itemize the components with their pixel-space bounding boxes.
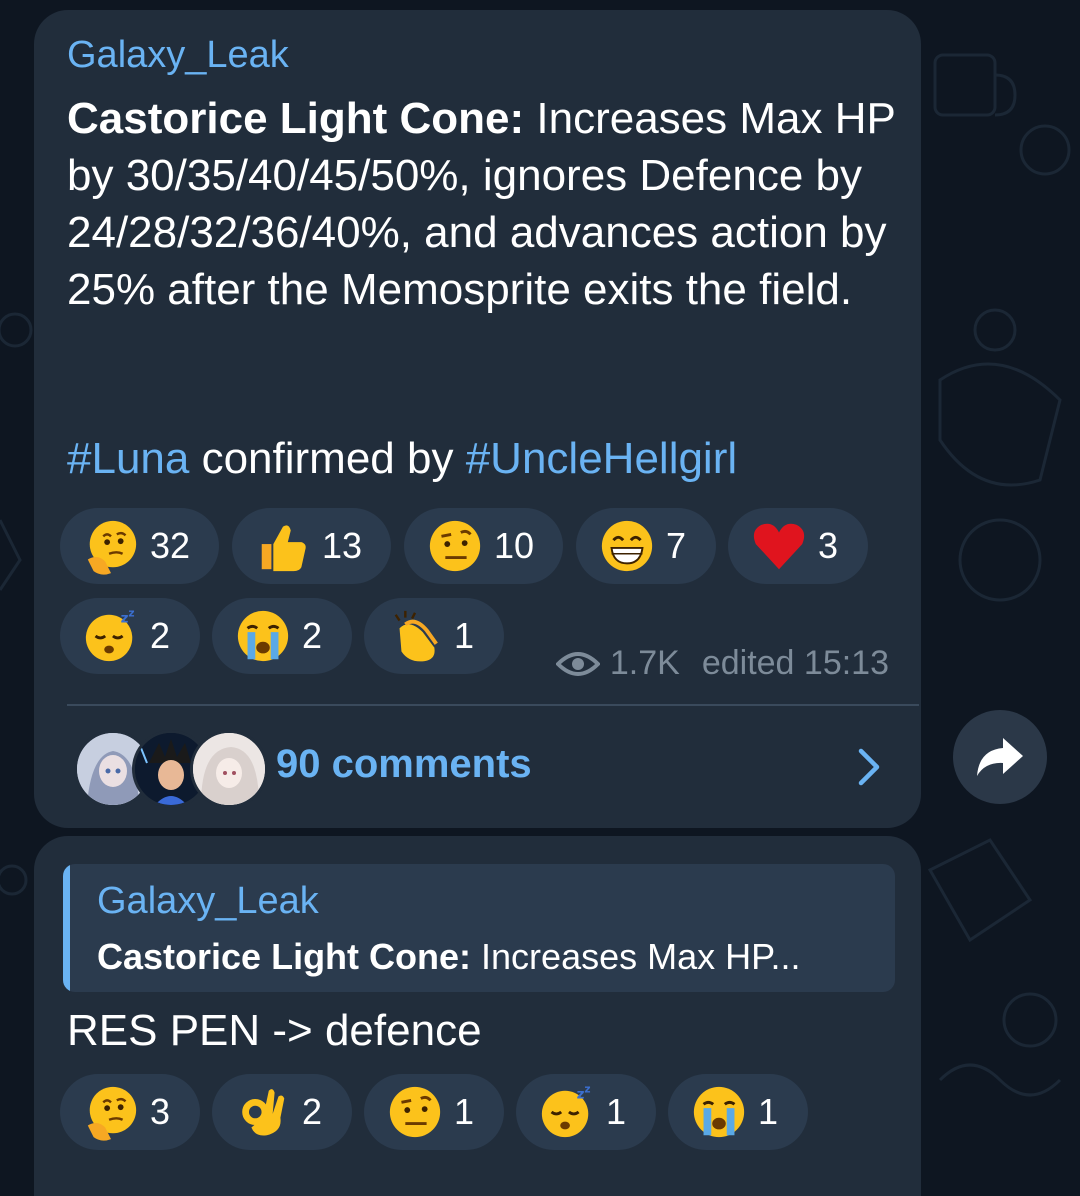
channel-post: Galaxy_Leak Castorice Light Cone: Increa… <box>34 10 921 828</box>
post-text: Castorice Light Cone: Increases Max HP b… <box>67 90 907 318</box>
svg-text:z: z <box>128 607 134 620</box>
post-author[interactable]: Galaxy_Leak <box>67 34 289 77</box>
post-text-bold: Castorice Light Cone: <box>67 94 525 143</box>
raised-eyebrow-face-icon <box>429 520 481 572</box>
sleeping-face-icon: z z <box>85 607 135 662</box>
commenter-avatar <box>190 730 268 808</box>
crying-face-icon <box>693 1086 745 1138</box>
quote-author: Galaxy_Leak <box>97 880 319 922</box>
reaction-count: 1 <box>606 1091 627 1132</box>
post-tags-line: #Luna confirmed by #UncleHellgirl <box>67 430 737 487</box>
reaction-crying[interactable]: 1 <box>668 1074 808 1150</box>
thinking-face-icon <box>87 520 137 575</box>
chevron-right-icon <box>858 748 880 786</box>
reply-message: Galaxy_Leak Castorice Light Cone: Increa… <box>34 836 921 1196</box>
reaction-thumbs-up[interactable]: 13 <box>232 508 391 584</box>
reaction-count: 2 <box>302 615 323 656</box>
reaction-count: 1 <box>454 1091 475 1132</box>
edited-time: edited 15:13 <box>701 644 889 682</box>
quote-text-bold: Castorice Light Cone: <box>97 936 472 977</box>
reaction-count: 1 <box>454 615 475 656</box>
reply-text: RES PEN -> defence <box>67 1006 482 1055</box>
hashtag-luna[interactable]: #Luna <box>67 434 189 483</box>
reaction-count: 3 <box>818 525 839 566</box>
quote-accent-bar <box>63 864 70 992</box>
reaction-sleeping[interactable]: z z 2 <box>60 598 200 674</box>
reaction-raised-eyebrow[interactable]: 1 <box>364 1074 504 1150</box>
reaction-thinking[interactable]: 3 <box>60 1074 200 1150</box>
crying-face-icon <box>237 610 289 662</box>
share-arrow-icon <box>977 738 1023 776</box>
reaction-count: 1 <box>758 1091 779 1132</box>
reaction-heart[interactable]: 3 <box>728 508 868 584</box>
post-meta: 1.7K edited 15:13 <box>555 644 889 683</box>
reaction-sleeping[interactable]: z z 1 <box>516 1074 656 1150</box>
reaction-crying[interactable]: 2 <box>212 598 352 674</box>
thinking-face-icon <box>87 1086 137 1141</box>
raised-eyebrow-face-icon <box>389 1086 441 1138</box>
tags-connector: confirmed by <box>189 434 466 483</box>
comments-count: 90 comments <box>276 742 532 786</box>
sleeping-face-icon: z z <box>541 1083 591 1138</box>
reaction-count: 7 <box>666 525 687 566</box>
avatar-image <box>193 733 265 805</box>
forward-button[interactable] <box>953 710 1047 804</box>
reply-quote[interactable]: Galaxy_Leak Castorice Light Cone: Increa… <box>63 864 895 992</box>
reaction-clapping[interactable]: 1 <box>364 598 504 674</box>
reaction-count: 3 <box>150 1091 171 1132</box>
comments-button[interactable]: 90 comments <box>34 710 921 828</box>
quote-text: Castorice Light Cone: Increases Max HP..… <box>97 936 801 978</box>
reaction-ok-hand[interactable]: 2 <box>212 1074 352 1150</box>
reaction-count: 2 <box>302 1091 323 1132</box>
reaction-count: 32 <box>150 525 191 566</box>
clapping-hands-icon <box>394 610 438 662</box>
ok-hand-icon <box>242 1089 285 1136</box>
reaction-count: 13 <box>322 525 363 566</box>
reaction-grinning[interactable]: 7 <box>576 508 716 584</box>
svg-text:z: z <box>584 1083 590 1096</box>
hashtag-unclehellgirl[interactable]: #UncleHellgirl <box>466 434 737 483</box>
reaction-count: 2 <box>150 615 171 656</box>
view-count: 1.7K <box>609 644 680 682</box>
reaction-raised-eyebrow[interactable]: 10 <box>404 508 563 584</box>
thumbs-up-icon <box>261 525 306 572</box>
eye-icon <box>555 651 600 676</box>
reaction-count: 10 <box>494 525 535 566</box>
grinning-face-icon <box>601 520 653 572</box>
quote-text-body: Increases Max HP... <box>471 936 801 977</box>
comments-divider <box>67 704 919 706</box>
reaction-thinking[interactable]: 32 <box>60 508 219 584</box>
red-heart-icon <box>753 523 805 570</box>
